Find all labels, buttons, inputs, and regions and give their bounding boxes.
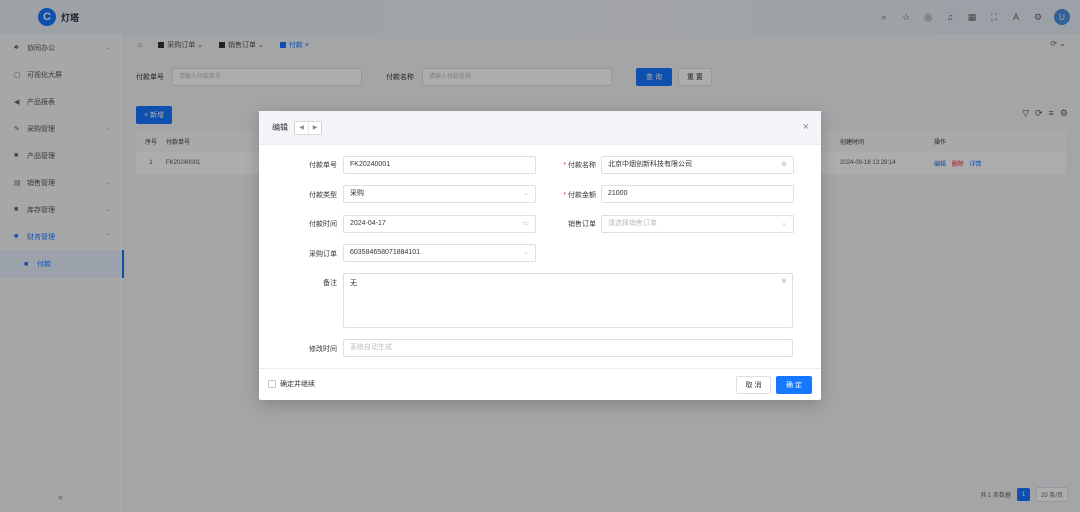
type-label: 付款类型 — [309, 192, 337, 199]
modal-footer: 确定并继续 取 消 确 定 — [259, 368, 821, 400]
code-label: 付款单号 — [309, 162, 337, 169]
modal-title: 编辑 — [272, 123, 288, 132]
name-label: 付款名称 — [526, 160, 596, 170]
edit-modal: 编辑 ◀ ▶ × 付款单号 FK20240001 付款名称 北京中烟创新科技有限… — [259, 111, 821, 400]
sales-order-placeholder: 请选择销售订单 — [608, 220, 657, 227]
chevron-down-icon: ⌄ — [781, 220, 787, 227]
purchase-order-value: 603584658071884101 — [350, 249, 421, 256]
name-value: 北京中烟创新科技有限公司 — [608, 161, 692, 168]
chevron-down-icon: ⌄ — [523, 249, 529, 256]
sales-order-label: 销售订单 — [568, 221, 596, 228]
time-picker[interactable]: 2024-04-17 ▭ — [343, 215, 536, 233]
confirm-button[interactable]: 确 定 — [776, 376, 812, 394]
type-value: 采购 — [350, 190, 364, 197]
remark-label: 备注 — [323, 280, 337, 287]
type-select[interactable]: 采购 ⌄ — [343, 185, 536, 203]
remark-textarea[interactable]: 无 ⊗ — [343, 273, 793, 328]
amount-field[interactable]: 21000 — [601, 185, 794, 203]
record-nav: ◀ ▶ — [294, 120, 322, 135]
clear-icon[interactable]: ⊗ — [781, 157, 787, 173]
purchase-order-label: 采购订单 — [309, 251, 337, 258]
amount-label: 付款金额 — [526, 190, 596, 200]
purchase-order-select[interactable]: 603584658071884101 ⌄ — [343, 244, 536, 262]
clear-icon[interactable]: ⊗ — [781, 277, 787, 285]
modified-time-label: 修改时间 — [309, 346, 337, 353]
continue-label[interactable]: 确定并继续 — [280, 379, 315, 389]
code-field[interactable]: FK20240001 — [343, 156, 536, 174]
sales-order-select[interactable]: 请选择销售订单 ⌄ — [601, 215, 794, 233]
next-record-icon[interactable]: ▶ — [308, 121, 321, 134]
cancel-button[interactable]: 取 消 — [736, 376, 771, 394]
time-value: 2024-04-17 — [350, 220, 386, 227]
modified-time-field: 系统自动生成 — [343, 339, 793, 357]
time-label: 付款时间 — [309, 221, 337, 228]
close-icon[interactable]: × — [803, 121, 809, 133]
name-field[interactable]: 北京中烟创新科技有限公司 ⊗ — [601, 156, 794, 174]
prev-record-icon[interactable]: ◀ — [295, 122, 308, 134]
continue-checkbox[interactable] — [268, 380, 276, 388]
modal-header: 编辑 ◀ ▶ × — [259, 111, 821, 145]
remark-value: 无 — [350, 280, 357, 287]
